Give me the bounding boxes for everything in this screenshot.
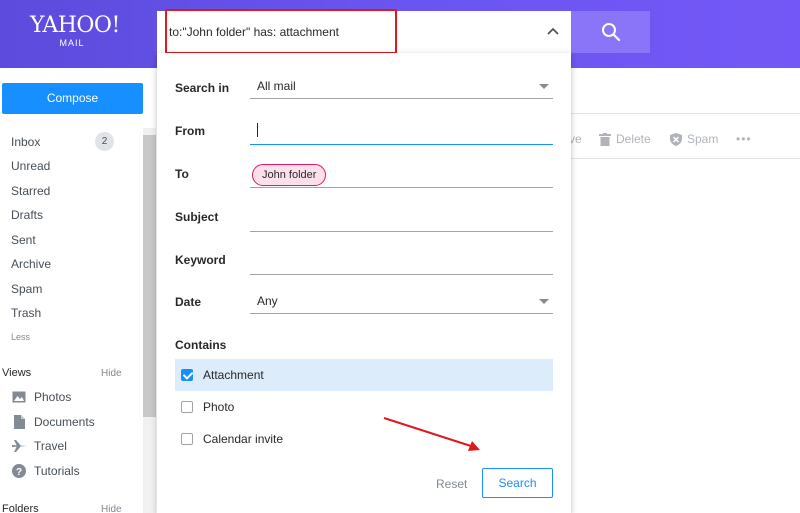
- views-hide-toggle[interactable]: Hide: [101, 368, 122, 379]
- from-label: From: [175, 124, 205, 138]
- sidebar: Compose Inbox 2 Unread Starred Drafts Se…: [0, 68, 157, 513]
- dropdown-caret-icon: [539, 84, 549, 89]
- date-label: Date: [175, 295, 202, 309]
- date-select[interactable]: Any: [250, 290, 553, 314]
- sidebar-item-drafts[interactable]: Drafts: [11, 208, 43, 222]
- attachment-checkbox[interactable]: [181, 369, 193, 381]
- spam-button[interactable]: Spam: [670, 132, 718, 146]
- contains-option-calendar-invite[interactable]: Calendar invite: [175, 423, 553, 455]
- inbox-count-badge: 2: [95, 132, 114, 151]
- more-options-button[interactable]: •••: [736, 132, 752, 146]
- compose-button[interactable]: Compose: [2, 83, 143, 114]
- sidebar-item-photos[interactable]: Photos: [11, 389, 71, 405]
- sidebar-item-tutorials[interactable]: ? Tutorials: [11, 463, 80, 479]
- help-icon: ?: [11, 463, 27, 479]
- views-heading: Views: [2, 367, 32, 379]
- header-divider: [571, 113, 800, 114]
- document-icon: [11, 414, 27, 430]
- contains-option-label: Calendar invite: [203, 432, 284, 446]
- spam-label: Spam: [687, 132, 719, 146]
- delete-label: Delete: [616, 132, 651, 146]
- search-query-highlight: [165, 9, 397, 54]
- keyword-field[interactable]: [250, 251, 553, 275]
- contains-option-label: Photo: [203, 400, 235, 414]
- folders-heading: Folders: [2, 503, 39, 513]
- search-button[interactable]: [571, 11, 650, 53]
- text-cursor: [257, 123, 258, 137]
- date-value: Any: [257, 294, 278, 308]
- sidebar-item-label: Photos: [34, 390, 72, 404]
- toolbar-divider: [571, 158, 800, 159]
- mail-toolbar: ve Delete Spam •••: [560, 125, 800, 155]
- contains-option-photo[interactable]: Photo: [175, 391, 553, 423]
- sidebar-item-travel[interactable]: Travel: [11, 438, 67, 454]
- search-in-label: Search in: [175, 81, 230, 95]
- chevron-up-icon[interactable]: [543, 22, 563, 42]
- sidebar-scrollbar-thumb[interactable]: [143, 135, 156, 417]
- delete-button[interactable]: Delete: [599, 132, 651, 146]
- recipient-chip[interactable]: John folder: [252, 164, 327, 186]
- from-field[interactable]: [250, 121, 553, 145]
- contains-option-label: Attachment: [203, 368, 264, 382]
- trash-icon: [599, 132, 611, 146]
- dropdown-caret-icon: [539, 299, 549, 304]
- reset-button[interactable]: Reset: [436, 477, 467, 491]
- folders-hide-toggle[interactable]: Hide: [101, 504, 122, 513]
- annotation-arrow: [383, 417, 480, 451]
- plane-icon: [11, 438, 27, 454]
- sidebar-item-starred[interactable]: Starred: [11, 184, 50, 198]
- photo-checkbox[interactable]: [181, 401, 193, 413]
- sidebar-item-documents[interactable]: Documents: [11, 414, 95, 430]
- less-toggle[interactable]: Less: [11, 332, 30, 342]
- search-in-select[interactable]: All mail: [250, 75, 553, 99]
- sidebar-item-unread[interactable]: Unread: [11, 159, 50, 173]
- to-label: To: [175, 167, 189, 181]
- to-field[interactable]: John folder: [250, 164, 553, 188]
- sidebar-item-trash[interactable]: Trash: [11, 306, 41, 320]
- contains-label: Contains: [175, 338, 227, 352]
- yahoo-mail-logo[interactable]: YAHOO! MAIL: [30, 13, 120, 49]
- search-in-value: All mail: [257, 79, 296, 93]
- advanced-search-panel: Search in All mail From To John folder S…: [157, 53, 571, 513]
- subject-label: Subject: [175, 210, 219, 224]
- search-icon: [602, 23, 621, 42]
- sidebar-item-label: Documents: [34, 415, 95, 429]
- search-submit-button[interactable]: Search: [482, 468, 553, 498]
- sidebar-item-spam[interactable]: Spam: [11, 282, 42, 296]
- photo-icon: [11, 389, 27, 405]
- shield-icon: [670, 132, 682, 146]
- calendar-invite-checkbox[interactable]: [181, 433, 193, 445]
- sidebar-item-sent[interactable]: Sent: [11, 233, 36, 247]
- logo-text: YAHOO!: [30, 13, 120, 38]
- svg-text:?: ?: [16, 467, 22, 478]
- keyword-label: Keyword: [175, 253, 226, 267]
- sidebar-item-label: Travel: [34, 439, 67, 453]
- subject-field[interactable]: [250, 208, 553, 232]
- logo-subtext: MAIL: [59, 38, 85, 48]
- sidebar-item-inbox[interactable]: Inbox: [11, 135, 40, 149]
- contains-option-attachment[interactable]: Attachment: [175, 359, 553, 391]
- sidebar-item-label: Tutorials: [34, 464, 80, 478]
- sidebar-item-archive[interactable]: Archive: [11, 257, 51, 271]
